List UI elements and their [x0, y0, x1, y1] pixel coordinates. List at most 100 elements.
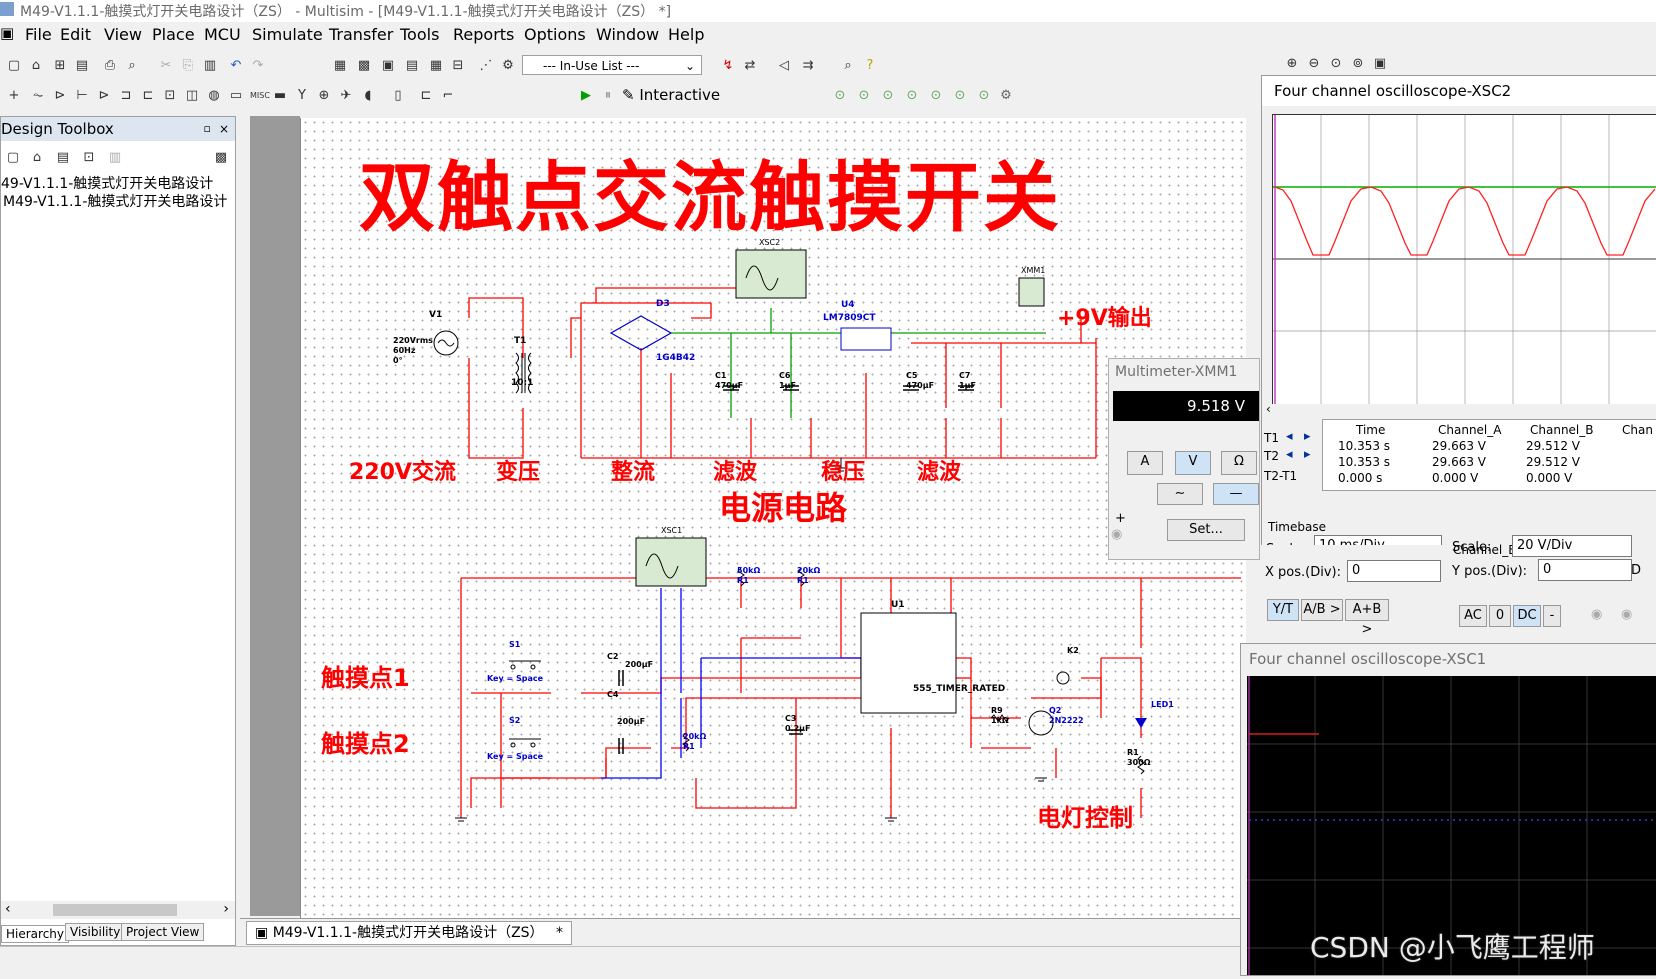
erc-icon[interactable]: ↯	[720, 58, 736, 74]
yt-button[interactable]: Y/T	[1267, 599, 1299, 621]
help-icon[interactable]: ?	[862, 58, 878, 74]
in-use-list-select[interactable]: --- In-Use List --- ⌄	[522, 55, 702, 75]
scroll-thumb[interactable]	[53, 904, 177, 916]
ohmmeter-button[interactable]: Ω	[1221, 451, 1257, 475]
paste-icon[interactable]: ▥	[202, 58, 218, 74]
document-tab[interactable]: ▣ M49-V1.1.1-触摸式灯开关电路设计（ZS） *	[246, 921, 572, 945]
connector-icon[interactable]: ◖	[360, 88, 376, 104]
toolbox-options-icon[interactable]: ▩	[213, 150, 229, 166]
scroll-left-icon[interactable]: ‹	[5, 901, 11, 917]
transistor-icon[interactable]: ⊢	[74, 88, 90, 104]
bus-icon[interactable]: ⌐	[440, 88, 456, 104]
zoom-fit-icon[interactable]: ⊚	[1350, 56, 1366, 72]
cut-icon[interactable]: ✂	[158, 58, 174, 74]
power-icon[interactable]: ▭	[228, 88, 244, 104]
doc-menu-icon[interactable]: ▣	[0, 24, 14, 42]
new-icon[interactable]: ▢	[6, 58, 22, 74]
indicator-icon[interactable]: ◍	[206, 88, 222, 104]
save-icon[interactable]: ▤	[74, 58, 90, 74]
ab-button[interactable]: A/B >	[1301, 599, 1343, 621]
back-annotate-icon[interactable]: ⇄	[742, 58, 758, 74]
copy-icon[interactable]: ⎘	[180, 58, 196, 74]
probe-6-icon[interactable]: ⊙	[952, 88, 968, 104]
pause-icon[interactable]: ⏸	[600, 88, 616, 104]
zoom-out-icon[interactable]: ⊖	[1306, 56, 1322, 72]
close-icon[interactable]: ×	[219, 117, 229, 141]
full-screen-icon[interactable]: ▣	[1372, 56, 1388, 72]
voltmeter-button[interactable]: V	[1175, 451, 1211, 475]
menu-simulate[interactable]: Simulate	[252, 25, 323, 44]
apb-button[interactable]: A+B >	[1345, 599, 1389, 637]
osc-xsc2-screen[interactable]	[1272, 114, 1656, 406]
postprocessor-icon[interactable]: ▤	[404, 58, 420, 74]
misc-icon[interactable]: MISC	[250, 88, 270, 104]
probe-settings-icon[interactable]: ⚙	[998, 88, 1014, 104]
grapher-icon[interactable]: ▣	[380, 58, 396, 74]
run-icon[interactable]: ▶	[578, 88, 594, 104]
tab-hierarchy[interactable]: Hierarchy	[1, 925, 70, 943]
schematic-canvas[interactable]: 双触点交流触摸开关 220V交流 变压 整流 滤波 稳压 滤波 电源电路 +9V…	[300, 118, 1246, 918]
menu-help[interactable]: Help	[668, 25, 704, 44]
t2-right-arrow-icon[interactable]: ▸	[1304, 447, 1311, 462]
menu-transfer[interactable]: Transfer	[329, 25, 393, 44]
minus-button[interactable]: -	[1543, 605, 1561, 627]
ni-icon[interactable]: ✈	[338, 88, 354, 104]
t1-left-arrow-icon[interactable]: ◂	[1286, 429, 1293, 444]
ac-mode-button[interactable]: ∼	[1157, 483, 1203, 505]
zoom-in-icon[interactable]: ⊕	[1284, 56, 1300, 72]
print-icon[interactable]: ⎙	[102, 58, 118, 74]
advanced-periph-icon[interactable]: ▬	[272, 88, 288, 104]
t1-right-arrow-icon[interactable]: ▸	[1304, 429, 1311, 444]
spreadsheet-icon[interactable]: ▩	[356, 58, 372, 74]
probe-4-icon[interactable]: ⊙	[904, 88, 920, 104]
scroll-left-icon[interactable]: ‹	[1266, 402, 1271, 416]
set-button[interactable]: Set...	[1167, 519, 1245, 541]
probe-7-icon[interactable]: ⊙	[976, 88, 992, 104]
tab-visibility[interactable]: Visibility	[65, 923, 126, 941]
component-wizard-icon[interactable]: ⊟	[450, 58, 466, 74]
probe-1-icon[interactable]: ⊙	[832, 88, 848, 104]
source-icon[interactable]: +	[6, 88, 22, 104]
menu-mcu[interactable]: MCU	[204, 25, 241, 44]
dc-mode-button[interactable]: —	[1213, 483, 1259, 505]
scroll-right-icon[interactable]: ›	[223, 901, 229, 917]
misc-digital-icon[interactable]: ⊡	[162, 88, 178, 104]
zero-button[interactable]: 0	[1489, 605, 1511, 627]
find-icon[interactable]: ⌕	[840, 58, 856, 74]
ypos-field[interactable]: 0	[1538, 559, 1632, 581]
save-design-icon[interactable]: ▤	[55, 150, 71, 166]
toggle-view-icon[interactable]: ▦	[332, 58, 348, 74]
new-subcircuit-icon[interactable]: ⊡	[81, 150, 97, 166]
delete-icon[interactable]: ▥	[107, 150, 123, 166]
zoom-area-icon[interactable]: ⊙	[1328, 56, 1344, 72]
database-icon[interactable]: ▦	[428, 58, 444, 74]
menu-reports[interactable]: Reports	[453, 25, 514, 44]
analog-icon[interactable]: ⊳	[96, 88, 112, 104]
toolbox-hscrollbar[interactable]: ‹ ›	[1, 901, 235, 919]
ttl-icon[interactable]: ⊐	[118, 88, 134, 104]
probe-5-icon[interactable]: ⊙	[928, 88, 944, 104]
tab-project-view[interactable]: Project View	[121, 923, 205, 941]
t2-left-arrow-icon[interactable]: ◂	[1286, 447, 1293, 462]
radio-2-icon[interactable]: ◉	[1621, 607, 1632, 622]
interactive-mode-button[interactable]: ✎ Interactive	[622, 86, 720, 104]
undo-icon[interactable]: ↶	[228, 58, 244, 74]
menu-window[interactable]: Window	[596, 25, 659, 44]
menu-view[interactable]: View	[104, 25, 142, 44]
probe-3-icon[interactable]: ⊙	[880, 88, 896, 104]
open-icon[interactable]: ⌂	[28, 58, 44, 74]
menu-options[interactable]: Options	[524, 25, 586, 44]
tree-item-project[interactable]: 49-V1.1.1-触摸式灯开关电路设计	[1, 173, 213, 193]
cmos-icon[interactable]: ⊏	[140, 88, 156, 104]
electromech-icon[interactable]: ⊕	[316, 88, 332, 104]
mcu-icon[interactable]: ▯	[390, 88, 406, 104]
rf-icon[interactable]: Y	[294, 88, 310, 104]
menu-file[interactable]: File	[25, 25, 52, 44]
mixed-icon[interactable]: ◫	[184, 88, 200, 104]
pin-icon[interactable]: ▫	[204, 117, 211, 141]
dc-button[interactable]: DC	[1513, 605, 1541, 627]
print-preview-icon[interactable]: ⌕	[124, 58, 140, 74]
menu-tools[interactable]: Tools	[400, 25, 439, 44]
open-design-icon[interactable]: ⌂	[29, 150, 45, 166]
menu-edit[interactable]: Edit	[60, 25, 91, 44]
